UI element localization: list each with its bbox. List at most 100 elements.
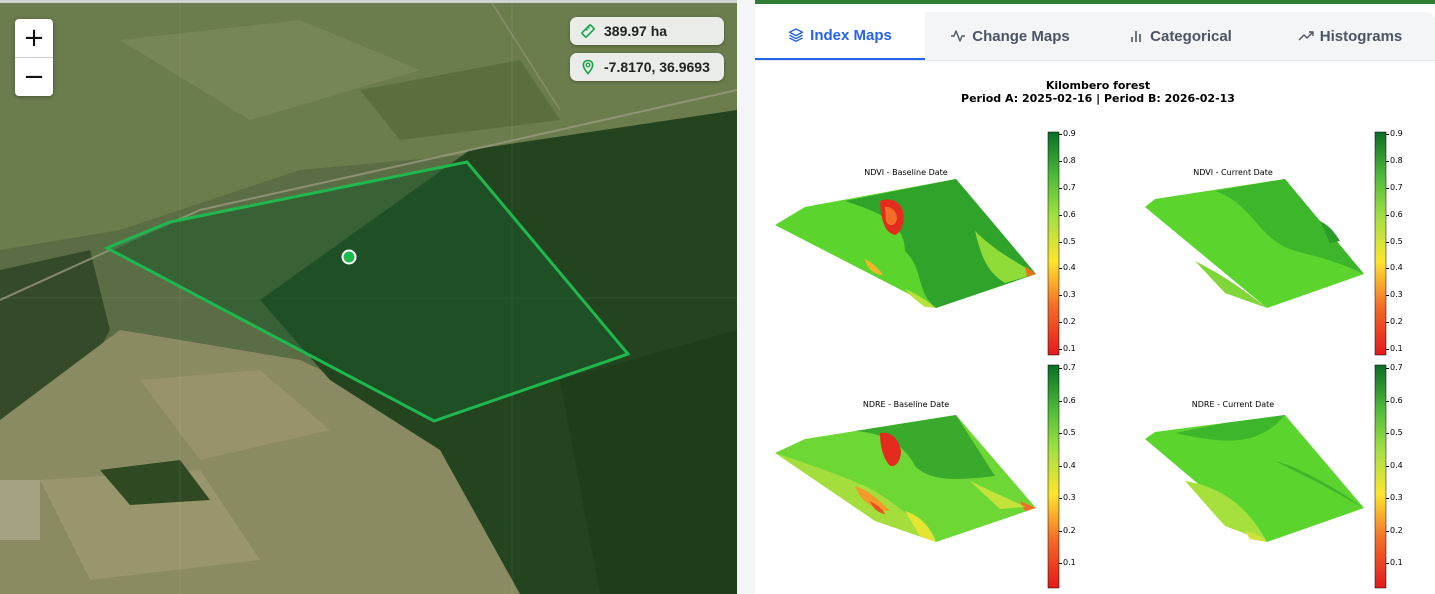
ndvi-baseline-colorbar <box>1047 131 1060 356</box>
colorbar-tick-label: 0.6 <box>1390 209 1403 219</box>
colorbar-tick-mark <box>1386 368 1389 369</box>
tab-label: Change Maps <box>972 27 1070 45</box>
colorbar-tick-mark <box>1386 214 1389 216</box>
colorbar-tick-mark <box>1059 433 1062 434</box>
analysis-panel: Index Maps Change Maps Categorical Histo… <box>755 0 1435 594</box>
colorbar-tick-mark <box>1386 530 1389 532</box>
area-badge: 389.97 ha <box>570 17 724 45</box>
ndvi-baseline-title: NDVI - Baseline Date <box>864 168 948 177</box>
panel-top-accent <box>755 0 1435 4</box>
zoom-out-button[interactable]: − <box>15 57 53 96</box>
colorbar-tick-label: 0.8 <box>1390 155 1403 165</box>
colorbar-tick-label: 0.1 <box>1390 558 1403 567</box>
colorbar-tick-label: 0.5 <box>1063 428 1076 437</box>
colorbar-tick-label: 0.4 <box>1063 460 1076 470</box>
colorbar-tick-label: 0.6 <box>1390 395 1403 405</box>
colorbar-tick-mark <box>1386 268 1389 270</box>
colorbar-tick-mark <box>1386 134 1389 135</box>
tab-label: Index Maps <box>810 26 892 44</box>
colorbar-tick-mark <box>1059 214 1062 216</box>
colorbar-tick-mark <box>1386 465 1389 467</box>
colorbar-tick-label: 0.6 <box>1063 395 1076 405</box>
colorbar-tick-label: 0.2 <box>1390 317 1403 327</box>
tab-categorical[interactable]: Categorical <box>1095 12 1265 60</box>
layers-icon <box>788 27 804 43</box>
colorbar-tick-mark <box>1059 134 1062 135</box>
activity-icon <box>950 28 966 44</box>
colorbar-tick-label: 0.7 <box>1390 363 1403 372</box>
zoom-control: + − <box>15 19 53 96</box>
colorbar-tick-mark <box>1059 160 1062 162</box>
colorbar-tick-mark <box>1386 563 1389 564</box>
colorbar-tick-label: 0.7 <box>1390 182 1403 192</box>
colorbar-tick-label: 0.7 <box>1063 363 1076 372</box>
colorbar-tick-label: 0.3 <box>1063 290 1076 300</box>
colorbar-tick-label: 0.2 <box>1390 525 1403 535</box>
zoom-in-button[interactable]: + <box>15 19 53 57</box>
bar-chart-icon <box>1128 28 1144 44</box>
colorbar-tick-mark <box>1059 368 1062 369</box>
colorbar-tick-mark <box>1059 400 1062 402</box>
ndre-baseline-map <box>775 415 1036 542</box>
colorbar-tick-mark <box>1386 349 1389 350</box>
centroid-marker <box>341 249 357 265</box>
map-top-border <box>0 0 737 3</box>
colorbar-tick-mark <box>1386 187 1389 189</box>
colorbar-tick-label: 0.1 <box>1390 344 1403 353</box>
colorbar-tick-label: 0.1 <box>1063 558 1076 567</box>
ndre-current-map <box>1145 415 1364 542</box>
satellite-imagery <box>0 0 737 594</box>
colorbar-tick-label: 0.9 <box>1063 129 1076 138</box>
colorbar-tick-label: 0.4 <box>1390 460 1403 470</box>
ndre-current-title: NDRE - Current Date <box>1191 400 1275 409</box>
colorbar-tick-mark <box>1386 433 1389 434</box>
ndvi-current-title: NDVI - Current Date <box>1193 168 1273 177</box>
colorbar-tick-mark <box>1059 295 1062 297</box>
coordinate-badge: -7.8170, 36.9693 <box>570 53 724 81</box>
colorbar-tick-mark <box>1059 465 1062 467</box>
ndvi-baseline-map <box>775 179 1036 308</box>
colorbar-tick-mark <box>1059 268 1062 270</box>
tab-bar: Index Maps Change Maps Categorical Histo… <box>755 12 1435 61</box>
trending-up-icon <box>1298 28 1314 44</box>
colorbar-tick-label: 0.4 <box>1390 263 1403 273</box>
colorbar-tick-mark <box>1059 530 1062 532</box>
colorbar-tick-mark <box>1059 349 1062 350</box>
colorbar-tick-label: 0.3 <box>1390 493 1403 502</box>
ndvi-current-colorbar <box>1374 131 1387 356</box>
panel-divider <box>737 0 755 594</box>
index-maps-figure: Kilombero forest Period A: 2025-02-16 | … <box>755 61 1435 594</box>
tab-histograms[interactable]: Histograms <box>1265 12 1435 60</box>
colorbar-tick-label: 0.7 <box>1063 182 1076 192</box>
colorbar-tick-label: 0.3 <box>1390 290 1403 300</box>
tab-change-maps[interactable]: Change Maps <box>925 12 1095 60</box>
colorbar-tick-mark <box>1059 322 1062 324</box>
figure-canvas <box>775 131 1387 589</box>
colorbar-tick-mark <box>1386 295 1389 297</box>
ndre-baseline-title: NDRE - Baseline Date <box>862 400 950 409</box>
tab-index-maps[interactable]: Index Maps <box>755 12 925 60</box>
colorbar-tick-label: 0.5 <box>1390 236 1403 246</box>
coordinate-value: -7.8170, 36.9693 <box>604 59 710 75</box>
colorbar-tick-label: 0.3 <box>1063 493 1076 502</box>
tab-label: Categorical <box>1150 27 1232 45</box>
colorbar-tick-label: 0.9 <box>1390 129 1403 138</box>
ndvi-current-map <box>1145 179 1364 308</box>
colorbar-tick-mark <box>1386 498 1389 499</box>
colorbar-tick-mark <box>1386 241 1389 243</box>
colorbar-tick-label: 0.2 <box>1063 317 1076 327</box>
colorbar-tick-label: 0.6 <box>1063 209 1076 219</box>
colorbar-tick-mark <box>1059 498 1062 499</box>
ndre-current-colorbar <box>1374 364 1387 589</box>
map-pin-icon <box>580 59 596 75</box>
colorbar-tick-label: 0.8 <box>1063 155 1076 165</box>
colorbar-tick-mark <box>1386 322 1389 324</box>
satellite-map[interactable]: + − 389.97 ha -7.8170, 36.9693 <box>0 0 737 594</box>
colorbar-tick-label: 0.5 <box>1063 236 1076 246</box>
colorbar-tick-mark <box>1059 187 1062 189</box>
colorbar-tick-label: 0.2 <box>1063 525 1076 535</box>
ndre-baseline-colorbar <box>1047 364 1060 589</box>
colorbar-tick-mark <box>1386 400 1389 402</box>
colorbar-tick-label: 0.1 <box>1063 344 1076 353</box>
ruler-icon <box>580 23 596 39</box>
